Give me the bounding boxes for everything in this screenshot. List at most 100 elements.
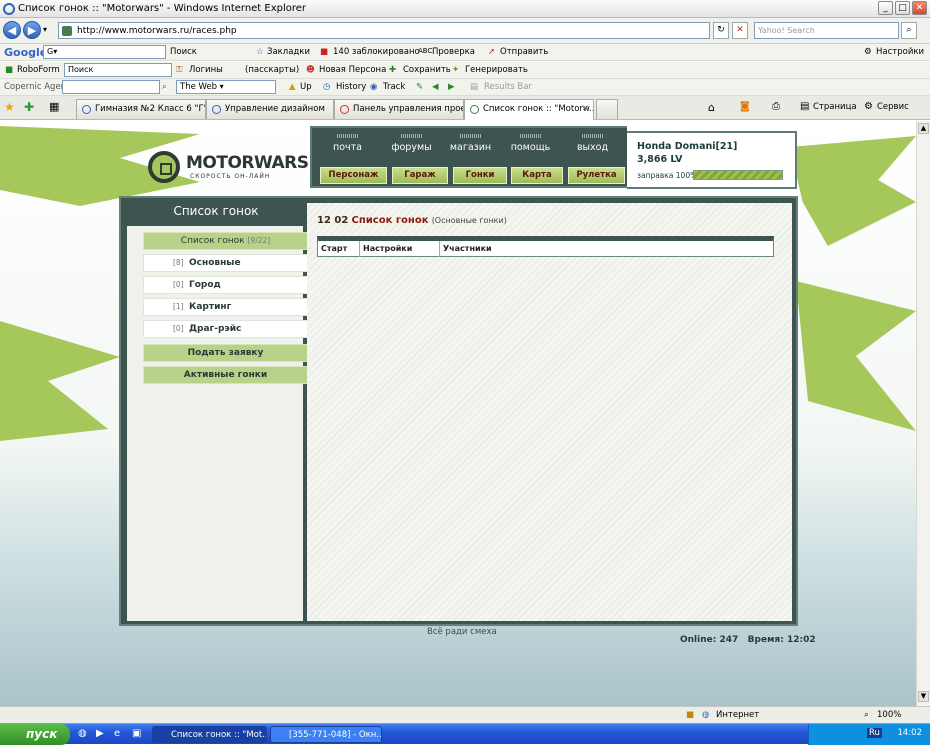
stop-icon[interactable]: ✕ — [732, 22, 748, 39]
search-input[interactable]: Yahoo! Search — [754, 22, 899, 39]
desktop-icon[interactable]: ▣ — [132, 728, 141, 739]
column-start[interactable]: Старт — [318, 241, 360, 257]
logins-menu[interactable]: Логины — [189, 65, 223, 75]
nav-races[interactable]: Гонки — [453, 167, 507, 184]
roboform-search-input[interactable]: Поиск — [64, 63, 172, 77]
minimize-button[interactable]: _ — [878, 1, 893, 15]
nav-logout[interactable]: выход — [565, 134, 620, 153]
passcards-link[interactable]: (пасскарты) — [245, 65, 299, 75]
nav-map[interactable]: Карта — [511, 167, 563, 184]
settings-gear-icon[interactable]: ⚙ — [864, 47, 872, 57]
nav-garage[interactable]: Гараж — [392, 167, 448, 184]
history-dropdown-icon[interactable]: ▾ — [43, 25, 47, 34]
column-settings[interactable]: Настройки — [360, 241, 440, 257]
zoom-level[interactable]: 100% — [877, 710, 901, 720]
status-bar: ■ ◍ Интернет ⌕ 100% — [0, 706, 930, 723]
server-time: 12 02 — [317, 215, 349, 226]
spellcheck-icon: ABC — [418, 47, 433, 55]
quicklaunch-icon[interactable]: ◍ — [78, 728, 87, 739]
new-tab-button[interactable] — [596, 99, 618, 119]
quick-tabs-icon[interactable]: ▦ — [49, 100, 59, 113]
nav-forums[interactable]: форумы — [384, 134, 439, 153]
edit-icon[interactable]: ✎ — [416, 82, 423, 92]
home-icon[interactable]: ⌂ — [708, 101, 715, 114]
roboform-menu[interactable]: RoboForm — [17, 65, 60, 75]
next-icon[interactable]: ▶ — [448, 82, 455, 92]
tools-menu[interactable]: Сервис — [877, 102, 909, 112]
page-title: Список гонок — [351, 215, 429, 226]
popup-blocked-count[interactable]: 140 заблокировано — [333, 47, 420, 57]
copernic-search-input[interactable] — [62, 80, 160, 94]
copernic-search-icon[interactable]: ⌕ — [162, 82, 167, 92]
car-name[interactable]: Honda Domani[21] — [637, 141, 737, 152]
vertical-scrollbar[interactable]: ▲ ▼ — [916, 121, 930, 706]
sidebar-item-main[interactable]: [8] Основные — [143, 254, 308, 272]
feeds-icon[interactable]: ◙ — [740, 101, 750, 112]
generate-button[interactable]: Генерировать — [465, 65, 528, 75]
scroll-up-icon[interactable]: ▲ — [918, 123, 929, 134]
results-bar-button[interactable]: Results Bar — [484, 82, 532, 92]
send-button[interactable]: Отправить — [500, 47, 548, 57]
nav-roulette[interactable]: Рулетка — [568, 167, 625, 184]
footer-note: Всё ради смеха — [427, 627, 497, 637]
forward-icon[interactable]: ▶ — [23, 21, 41, 39]
nav-help[interactable]: помощь — [503, 134, 558, 153]
window-title-bar: Список гонок :: "Motorwars" - Windows In… — [0, 0, 930, 18]
add-favorite-icon[interactable]: ✚ — [24, 100, 34, 114]
address-input[interactable]: http://www.motorwars.ru/races.php — [58, 22, 710, 39]
taskbar: пуск ◍ ▶ e ▣ Список гонок :: "Mot... [35… — [0, 723, 930, 745]
sidebar-title: Список гонок — [123, 198, 309, 224]
google-search-input[interactable]: G▾ — [43, 45, 166, 59]
column-participants[interactable]: Участники — [440, 241, 773, 257]
sidebar-item-drag[interactable]: [0] Драг-рэйс — [143, 320, 308, 338]
zoom-icon: ⌕ — [864, 710, 869, 720]
fuel-label: заправка 100% — [637, 171, 698, 180]
media-player-icon[interactable]: ▶ — [96, 728, 104, 739]
save-button[interactable]: Сохранить — [403, 65, 451, 75]
scroll-down-icon[interactable]: ▼ — [918, 691, 929, 702]
language-indicator[interactable]: Ru — [867, 728, 882, 738]
search-go-icon[interactable]: ⌕ — [901, 22, 917, 39]
close-button[interactable]: ✕ — [912, 1, 927, 15]
fuel-bar — [693, 170, 783, 180]
site-logo[interactable]: MOTORWARS.RU СКОРОСТЬ ОН-ЛАЙН — [130, 131, 341, 197]
print-icon[interactable]: ⎙ — [772, 101, 780, 112]
spellcheck-button[interactable]: Проверка — [432, 47, 475, 57]
security-zone[interactable]: Интернет — [716, 710, 759, 720]
sidebar-item-karting[interactable]: [1] Картинг — [143, 298, 308, 316]
start-button[interactable]: пуск — [0, 724, 70, 745]
sidebar-item-city[interactable]: [0] Город — [143, 276, 308, 294]
nav-shop[interactable]: магазин — [443, 134, 498, 153]
bookmarks-menu[interactable]: Закладки — [267, 47, 310, 57]
task-races[interactable]: Список гонок :: "Mot... — [152, 726, 267, 743]
results-bar-icon: ▤ — [470, 82, 479, 92]
task-window[interactable]: [355-771-048] - Окн... — [270, 726, 382, 743]
prev-icon[interactable]: ◀ — [432, 82, 439, 92]
active-races-button[interactable]: Активные гонки — [143, 366, 308, 384]
new-persona-button[interactable]: Новая Персона — [319, 65, 386, 75]
tab-races[interactable]: Список гонок :: "Motorw... ✕ — [464, 99, 594, 120]
google-search-button[interactable]: Поиск — [170, 47, 197, 57]
sidebar-header[interactable]: Список гонок [9/22] — [143, 232, 308, 250]
up-button[interactable]: Up — [300, 82, 312, 92]
ie-launch-icon[interactable]: e — [114, 728, 120, 739]
settings-button[interactable]: Настройки — [876, 47, 924, 57]
tab-gymnasium[interactable]: Гимназия №2 Класс 6 "Г" - ... — [76, 99, 206, 119]
apply-button[interactable]: Подать заявку — [143, 344, 308, 362]
tab-control-panel[interactable]: Панель управления проект... — [334, 99, 464, 119]
favorites-star-icon[interactable]: ★ — [4, 100, 15, 114]
page-menu[interactable]: Страница — [813, 102, 857, 112]
nav-mail[interactable]: почта — [320, 134, 375, 153]
maximize-button[interactable]: □ — [895, 1, 910, 15]
close-tab-icon[interactable]: ✕ — [582, 104, 589, 114]
bookmark-star-icon[interactable]: ☆ — [256, 47, 264, 57]
back-icon[interactable]: ◀ — [3, 21, 21, 39]
roboform-toolbar: ■ RoboForm Поиск ⚿ Логины (пасскарты) ☻ … — [0, 62, 930, 79]
nav-character[interactable]: Персонаж — [320, 167, 387, 184]
copernic-web-select[interactable]: The Web ▾ — [176, 80, 276, 94]
tools-gear-icon: ⚙ — [864, 101, 873, 112]
refresh-icon[interactable]: ↻ — [713, 22, 729, 39]
tab-design[interactable]: Управление дизайном — [206, 99, 334, 119]
history-button[interactable]: History — [336, 82, 366, 92]
track-button[interactable]: Track — [383, 82, 405, 92]
